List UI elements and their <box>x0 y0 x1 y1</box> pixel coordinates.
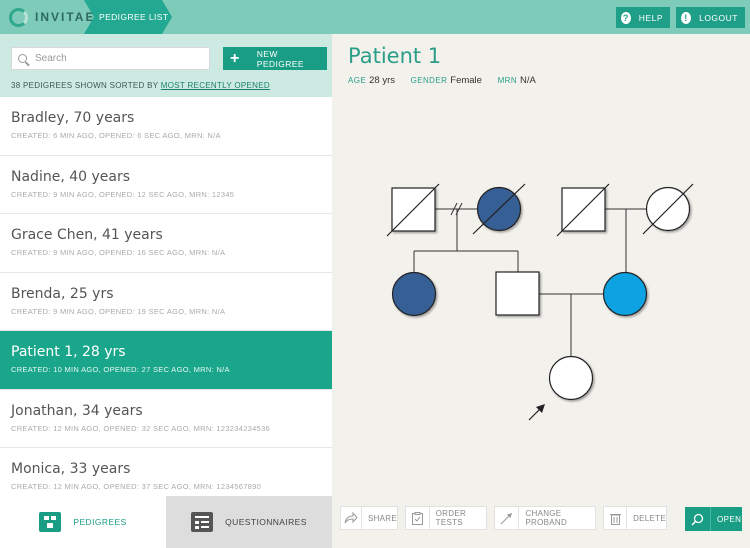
help-icon: ? <box>621 11 631 24</box>
item-meta: CREATED: 12 MIN AGO, OPENED: 32 SEC AGO,… <box>11 423 271 433</box>
list-item[interactable]: Brenda, 25 yrs CREATED: 9 MIN AGO, OPENE… <box>0 272 332 331</box>
sort-summary: 38 PEDIGREES SHOWN SORTED BY MOST RECENT… <box>11 81 270 90</box>
sort-prefix: 38 PEDIGREES SHOWN SORTED BY <box>11 81 159 90</box>
female-affected-symbol[interactable] <box>391 271 437 317</box>
page-title: Patient 1 <box>348 44 442 68</box>
help-button[interactable]: ? HELP <box>616 7 670 28</box>
change-proband-label: CHANGE PROBAND <box>525 509 568 527</box>
pedigree-sidebar: + NEW PEDIGREE 38 PEDIGREES SHOWN SORTED… <box>0 34 332 548</box>
power-icon: ! <box>681 11 692 24</box>
list-item[interactable]: Jonathan, 34 years CREATED: 12 MIN AGO, … <box>0 389 332 448</box>
search-box[interactable] <box>11 47 210 70</box>
item-meta: CREATED: 12 MIN AGO, OPENED: 37 SEC AGO,… <box>11 482 262 491</box>
logout-label: LOGOUT <box>699 12 738 23</box>
questionnaire-icon <box>191 512 214 532</box>
share-button[interactable]: SHARE <box>340 506 398 530</box>
delete-button[interactable]: DELETE <box>603 506 667 530</box>
logout-button[interactable]: ! LOGOUT <box>676 7 745 28</box>
tab-questionnaires[interactable]: QUESTIONNAIRES <box>166 496 332 548</box>
magnifier-icon <box>685 507 711 531</box>
item-meta: CREATED: 6 MIN AGO, OPENED: 6 SEC AGO, M… <box>11 131 221 140</box>
item-name: Bradley, 70 years <box>11 110 135 126</box>
gender-label: GENDER <box>410 76 448 85</box>
arrow-pointer-icon <box>495 507 520 529</box>
item-name: Brenda, 25 yrs <box>11 285 114 302</box>
open-label: OPEN <box>717 514 742 524</box>
list-item[interactable]: Grace Chen, 41 years CREATED: 9 MIN AGO,… <box>0 214 332 273</box>
share-icon <box>341 507 362 529</box>
item-meta: CREATED: 9 MIN AGO, OPENED: 19 SEC AGO, … <box>11 306 226 316</box>
order-tests-label: ORDER TESTS <box>435 509 467 527</box>
search-area: + NEW PEDIGREE 38 PEDIGREES SHOWN SORTED… <box>0 34 332 97</box>
delete-label: DELETE <box>633 513 666 523</box>
item-name: Nadine, 40 years <box>11 168 131 185</box>
female-affected-symbol[interactable] <box>602 271 648 317</box>
sort-option-link[interactable]: MOST RECENTLY OPENED <box>161 81 270 90</box>
item-name: Monica, 33 years <box>11 461 131 477</box>
new-pedigree-label: NEW PEDIGREE <box>256 48 304 69</box>
order-tests-button[interactable]: ORDER TESTS <box>405 506 487 530</box>
item-meta: CREATED: 10 MIN AGO, OPENED: 27 SEC AGO,… <box>11 365 230 374</box>
pedigree-chart[interactable] <box>333 174 750 474</box>
pedigree-detail: Patient 1 AGE 28 yrs GENDER Female MRN N/A <box>333 34 750 548</box>
age-value: 28 yrs <box>369 75 395 86</box>
breadcrumb-pedigree-list[interactable]: PEDIGREE LIST <box>84 0 172 34</box>
age-label: AGE <box>348 76 367 85</box>
logo-ring-icon <box>9 7 28 27</box>
pedigree-list: Bradley, 70 years CREATED: 6 MIN AGO, OP… <box>0 97 332 497</box>
list-item[interactable]: Nadine, 40 years CREATED: 9 MIN AGO, OPE… <box>0 155 332 214</box>
brand-logo: INVITAE <box>0 0 96 34</box>
mrn-label: MRN <box>497 76 518 85</box>
item-meta: CREATED: 9 MIN AGO, OPENED: 16 SEC AGO, … <box>11 248 226 257</box>
item-meta: CREATED: 9 MIN AGO, OPENED: 12 SEC AGO, … <box>11 189 235 199</box>
help-label: HELP <box>638 12 663 23</box>
item-name: Grace Chen, 41 years <box>11 227 163 243</box>
male-symbol[interactable] <box>495 271 540 316</box>
new-pedigree-button[interactable]: + NEW PEDIGREE <box>223 47 327 70</box>
tab-pedigrees-label: PEDIGREES <box>73 517 127 527</box>
clipboard-check-icon <box>406 507 430 529</box>
tab-questionnaires-label: QUESTIONNAIRES <box>225 517 307 527</box>
tab-pedigrees[interactable]: PEDIGREES <box>0 496 166 548</box>
list-item[interactable]: Bradley, 70 years CREATED: 6 MIN AGO, OP… <box>0 97 332 156</box>
top-bar: INVITAE PEDIGREE LIST ? HELP ! LOGOUT <box>0 0 750 34</box>
plus-icon: + <box>230 50 240 67</box>
open-button[interactable]: OPEN <box>685 507 742 531</box>
breadcrumb-label: PEDIGREE LIST <box>99 12 169 22</box>
pedigree-tree-icon <box>39 512 62 532</box>
trash-icon <box>604 507 628 529</box>
list-item-selected[interactable]: Patient 1, 28 yrs CREATED: 10 MIN AGO, O… <box>0 331 332 390</box>
gender-value: Female <box>450 75 482 86</box>
search-icon <box>18 54 27 63</box>
share-label: SHARE <box>367 513 397 523</box>
item-name: Patient 1, 28 yrs <box>11 344 126 360</box>
search-input[interactable] <box>35 53 205 64</box>
change-proband-button[interactable]: CHANGE PROBAND <box>494 506 596 530</box>
bottom-tabs: PEDIGREES QUESTIONNAIRES <box>0 496 332 548</box>
proband-female-symbol[interactable] <box>548 355 594 401</box>
mrn-value: N/A <box>520 75 536 86</box>
item-name: Jonathan, 34 years <box>11 402 143 419</box>
list-item[interactable]: Monica, 33 years CREATED: 12 MIN AGO, OP… <box>0 448 332 497</box>
patient-info: AGE 28 yrs GENDER Female MRN N/A <box>348 75 549 86</box>
brand-name: INVITAE <box>35 10 96 24</box>
